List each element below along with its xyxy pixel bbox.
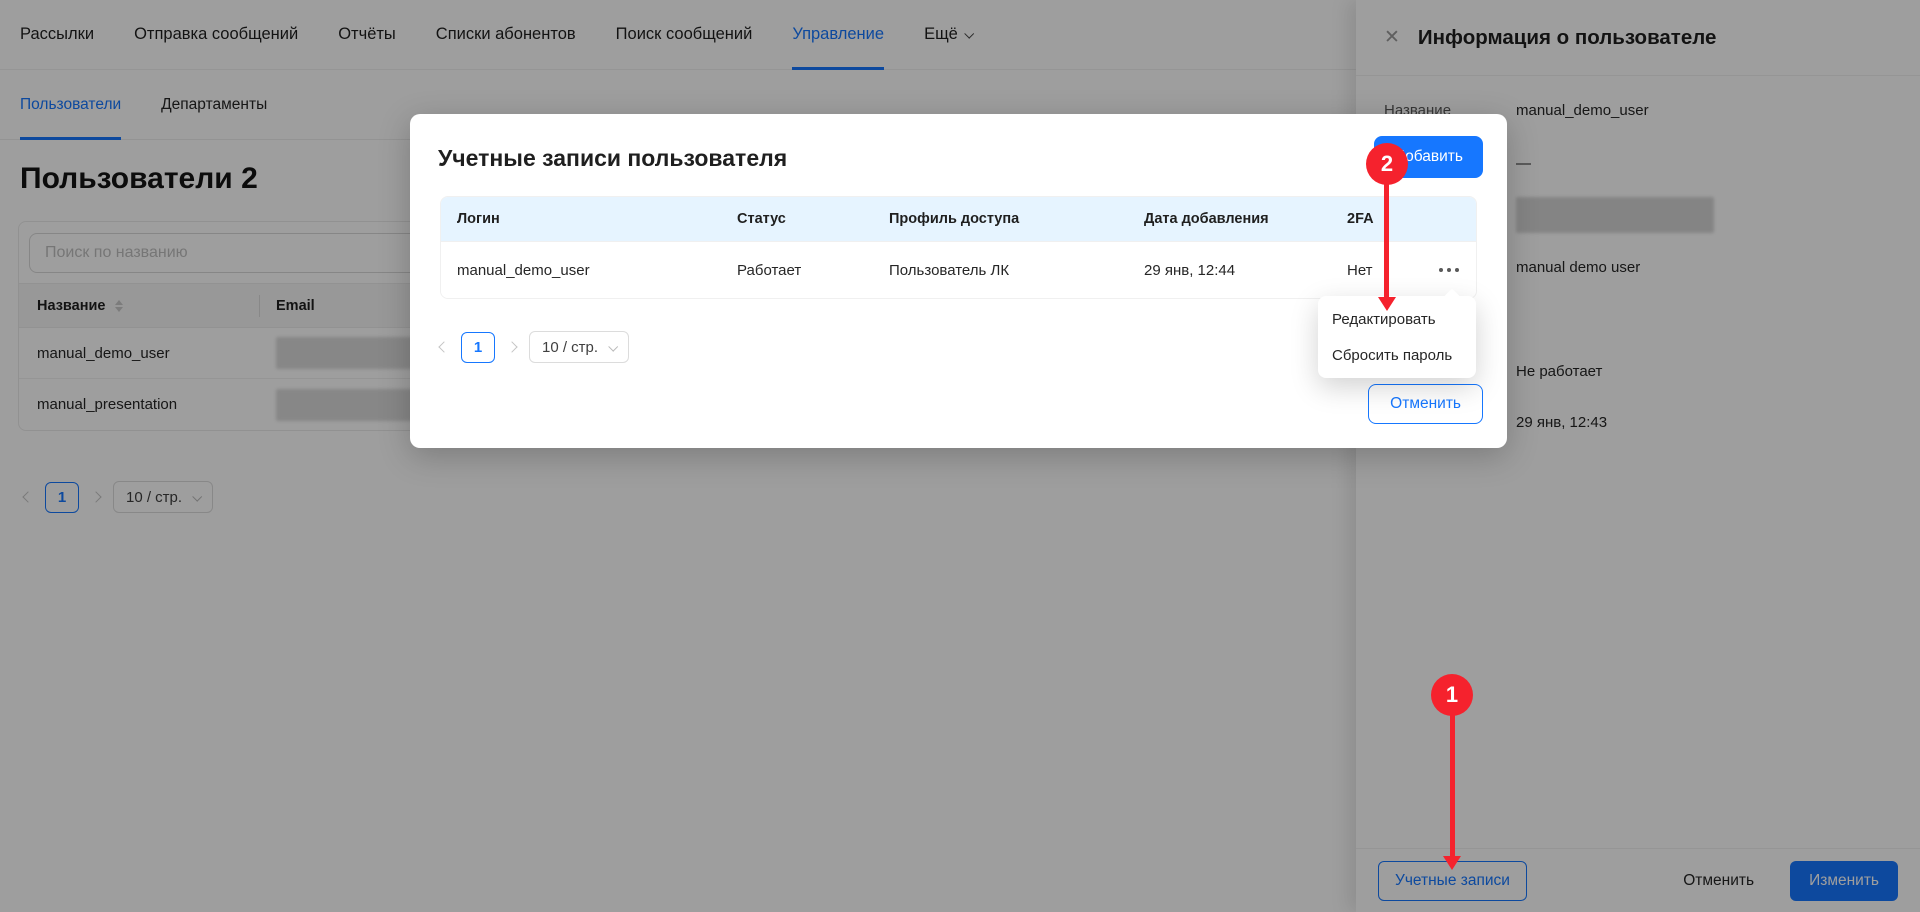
- accounts-modal: Учетные записи пользователя Добавить Лог…: [410, 114, 1507, 448]
- step-badge-2: 2: [1366, 143, 1408, 185]
- prev-page-button[interactable]: [440, 343, 448, 351]
- date-added-cell: 29 янв, 12:44: [1128, 262, 1331, 279]
- modal-title: Учетные записи пользователя: [438, 145, 787, 172]
- app-window: Рассылки Отправка сообщений Отчёты Списк…: [0, 0, 1920, 912]
- chevron-down-icon: [608, 341, 618, 351]
- col-status: Статус: [721, 211, 873, 227]
- col-login: Логин: [441, 211, 721, 227]
- twofa-cell: Нет: [1331, 262, 1422, 279]
- modal-cancel-button[interactable]: Отменить: [1368, 384, 1483, 424]
- annotation-arrow-2: [1384, 183, 1389, 297]
- row-actions-menu-icon[interactable]: [1439, 268, 1460, 273]
- profile-cell: Пользователь ЛК: [873, 262, 1128, 279]
- col-2fa: 2FA: [1331, 211, 1422, 227]
- table-row[interactable]: manual_demo_user Работает Пользователь Л…: [441, 241, 1476, 298]
- chevron-right-icon: [506, 341, 517, 352]
- col-date-added: Дата добавления: [1128, 211, 1331, 227]
- chevron-left-icon: [438, 341, 449, 352]
- annotation-arrowhead-1: [1443, 856, 1461, 870]
- annotation-arrowhead-2: [1378, 297, 1396, 311]
- row-actions-dropdown: Редактировать Сбросить пароль: [1318, 296, 1476, 378]
- menu-item-reset-password[interactable]: Сбросить пароль: [1318, 337, 1476, 373]
- annotation-arrow-1: [1450, 714, 1455, 856]
- status-cell: Работает: [721, 262, 873, 279]
- page-number-button[interactable]: 1: [461, 332, 495, 363]
- menu-item-edit[interactable]: Редактировать: [1318, 301, 1476, 337]
- actions-cell: [1422, 268, 1476, 273]
- next-page-button[interactable]: [508, 343, 516, 351]
- login-cell: manual_demo_user: [441, 262, 721, 279]
- accounts-table-header: Логин Статус Профиль доступа Дата добавл…: [441, 197, 1476, 241]
- page-size-value: 10 / стр.: [542, 339, 598, 356]
- page-size-select[interactable]: 10 / стр.: [529, 331, 629, 363]
- accounts-table: Логин Статус Профиль доступа Дата добавл…: [440, 196, 1477, 299]
- step-badge-1: 1: [1431, 674, 1473, 716]
- col-profile: Профиль доступа: [873, 211, 1128, 227]
- modal-pagination: 1 10 / стр.: [440, 331, 629, 363]
